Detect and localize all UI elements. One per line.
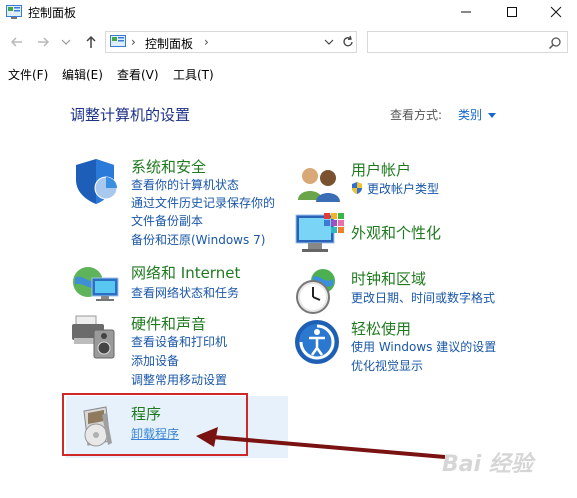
- breadcrumb-separator[interactable]: ›: [131, 35, 136, 49]
- link-optimize-visual-display[interactable]: 优化视觉显示: [351, 357, 423, 375]
- breadcrumb-control-panel[interactable]: 控制面板: [145, 35, 193, 52]
- maximize-button[interactable]: [490, 0, 534, 24]
- arrow-left-icon: [10, 37, 22, 47]
- page-title: 调整计算机的设置: [70, 106, 191, 124]
- network-globe-icon[interactable]: [70, 258, 122, 310]
- chevron-down-icon: [61, 39, 71, 45]
- minimize-button[interactable]: [444, 0, 488, 24]
- link-view-network-status[interactable]: 查看网络状态和任务: [131, 284, 239, 302]
- control-panel-app-icon: [6, 5, 22, 19]
- view-by-dropdown[interactable]: 类别: [458, 106, 482, 123]
- category-system-security[interactable]: 系统和安全: [131, 156, 206, 177]
- recent-locations-button[interactable]: [60, 35, 72, 49]
- maximize-icon: [507, 7, 517, 17]
- link-file-history-backup[interactable]: 通过文件历史记录保存你的: [131, 194, 275, 212]
- minimize-icon: [461, 11, 471, 13]
- search-input[interactable]: [367, 31, 568, 53]
- annotation-arrow-icon: [190, 425, 450, 465]
- link-check-computer-status[interactable]: 查看你的计算机状态: [131, 176, 239, 194]
- link-file-backup-copy[interactable]: 文件备份副本: [131, 212, 203, 230]
- category-appearance-personalization[interactable]: 外观和个性化: [351, 222, 441, 243]
- address-dropdown-button[interactable]: [323, 36, 335, 48]
- back-button[interactable]: [8, 33, 26, 51]
- menu-view[interactable]: 查看(V): [117, 66, 159, 83]
- close-icon: [550, 6, 562, 18]
- category-clock-region[interactable]: 时钟和区域: [351, 268, 426, 289]
- link-change-date-time-format[interactable]: 更改日期、时间或数字格式: [351, 289, 495, 307]
- up-button[interactable]: [82, 33, 100, 51]
- view-by-chevron-icon[interactable]: [487, 109, 497, 118]
- printer-speaker-icon[interactable]: [70, 310, 122, 362]
- watermark-text: Bai 经验: [442, 452, 533, 477]
- link-add-device[interactable]: 添加设备: [131, 352, 179, 370]
- link-backup-restore-win7[interactable]: 备份和还原(Windows 7): [131, 231, 265, 249]
- menu-edit[interactable]: 编辑(E): [62, 66, 103, 83]
- refresh-icon: [343, 35, 353, 47]
- menu-file[interactable]: 文件(F): [8, 66, 48, 83]
- clock-globe-icon[interactable]: [293, 265, 345, 317]
- arrow-up-icon: [86, 35, 96, 48]
- forward-button[interactable]: [34, 33, 52, 51]
- link-use-recommended-settings[interactable]: 使用 Windows 建议的设置: [351, 338, 496, 356]
- refresh-button[interactable]: [339, 33, 357, 51]
- breadcrumb-separator-end[interactable]: ›: [204, 35, 209, 49]
- menu-tools[interactable]: 工具(T): [173, 66, 214, 83]
- baidu-watermark: Bai 经验: [442, 446, 572, 486]
- control-panel-location-icon: [110, 35, 126, 49]
- monitor-color-icon[interactable]: [294, 211, 346, 263]
- window-title: 控制面板: [28, 6, 77, 20]
- search-icon[interactable]: [548, 36, 562, 50]
- users-icon[interactable]: [294, 160, 346, 212]
- address-bar[interactable]: [105, 31, 357, 53]
- view-by-label: 查看方式:: [390, 108, 443, 122]
- shield-icon[interactable]: [72, 156, 124, 208]
- arrow-right-icon: [38, 37, 50, 47]
- link-change-account-type[interactable]: 更改帐户类型: [367, 180, 439, 198]
- uac-shield-icon: [350, 181, 364, 195]
- ease-of-access-icon[interactable]: [293, 318, 345, 370]
- link-mobility-settings[interactable]: 调整常用移动设置: [131, 371, 227, 389]
- category-hardware-sound[interactable]: 硬件和声音: [131, 313, 206, 334]
- close-button[interactable]: [534, 0, 577, 24]
- category-ease-of-access[interactable]: 轻松使用: [351, 318, 411, 339]
- category-user-accounts[interactable]: 用户帐户: [351, 159, 411, 180]
- category-network-internet[interactable]: 网络和 Internet: [131, 262, 240, 283]
- link-devices-printers[interactable]: 查看设备和打印机: [131, 333, 227, 351]
- chevron-down-icon: [324, 39, 334, 45]
